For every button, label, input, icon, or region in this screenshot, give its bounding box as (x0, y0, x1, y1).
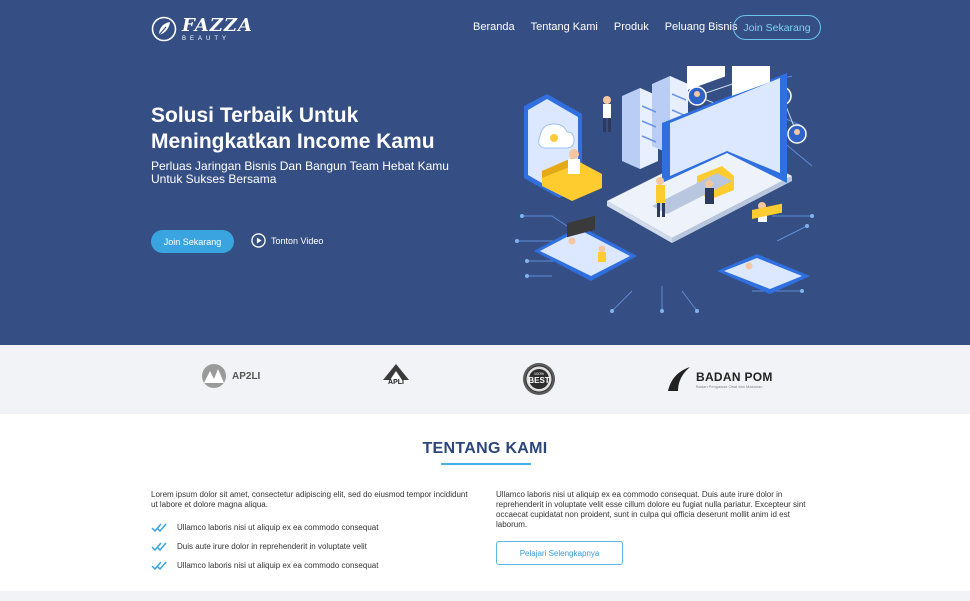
ap2li-logo-icon (202, 364, 226, 388)
nav-menu: Beranda Tentang Kami Produk Peluang Bisn… (473, 21, 738, 33)
nav-item-beranda[interactable]: Beranda (473, 21, 515, 33)
check-text: Ullamco laboris nisi ut aliquip ex ea co… (177, 523, 379, 532)
badan-pom-sub: Badan Pengawas Obat dan Makanan (696, 383, 763, 389)
next-section-edge (0, 591, 970, 601)
watch-video-button[interactable]: Tonton Video (251, 233, 323, 248)
check-list-item: Duis aute irure dolor in reprehenderit i… (151, 537, 471, 556)
nav-item-peluang-bisnis[interactable]: Peluang Bisnis (665, 21, 738, 33)
hero-join-button[interactable]: Join Sekarang (151, 230, 234, 253)
hero-illustration (515, 66, 814, 313)
badan-pom-name: BADAN POM (696, 369, 773, 384)
about-title-underline (441, 463, 531, 465)
ap2li-name: AP2LI (232, 370, 261, 382)
hero-subtitle: Perluas Jaringan Bisnis Dan Bangun Team … (151, 159, 449, 186)
about-title: TENTANG KAMI (422, 440, 548, 457)
double-check-icon (151, 561, 167, 570)
check-text: Ullamco laboris nisi ut aliquip ex ea co… (177, 561, 379, 570)
watch-video-label: Tonton Video (271, 235, 324, 246)
about-right-column: Ullamco laboris nisi ut aliquip ex ea co… (496, 490, 821, 530)
navbar: FAZZA BEAUTY Beranda Tentang Kami Produk… (151, 14, 821, 42)
partner-ap2li: AP2LI (200, 363, 260, 389)
brand-logo[interactable]: FAZZA BEAUTY (151, 16, 253, 42)
double-check-icon (151, 542, 167, 551)
hero-section: FAZZA BEAUTY Beranda Tentang Kami Produk… (0, 0, 970, 345)
apli-name: APLI (388, 379, 404, 386)
badan-pom-logo-icon (668, 367, 690, 391)
check-list-item: Ullamco laboris nisi ut aliquip ex ea co… (151, 518, 471, 537)
check-list: Ullamco laboris nisi ut aliquip ex ea co… (151, 518, 471, 575)
partners-bar: AP2LI APLI 100% BEST BADAN POM Badan Pen… (0, 345, 970, 414)
partner-apli: APLI (381, 363, 411, 386)
check-list-item: Ullamco laboris nisi ut aliquip ex ea co… (151, 556, 471, 575)
best-seal-icon: 100% BEST (523, 363, 555, 395)
about-right-paragraph: Ullamco laboris nisi ut aliquip ex ea co… (496, 490, 806, 529)
play-circle-icon (251, 233, 266, 248)
double-check-icon (151, 523, 167, 532)
brand-name: FAZZA (182, 14, 253, 36)
nav-item-tentang-kami[interactable]: Tentang Kami (531, 21, 598, 33)
best-text: BEST (528, 376, 549, 385)
check-text: Duis aute irure dolor in reprehenderit i… (177, 542, 367, 551)
leaf-logo-icon (151, 16, 177, 42)
partner-best: 100% BEST (522, 362, 556, 396)
brand-tagline: BEAUTY (182, 35, 231, 42)
nav-join-button[interactable]: Join Sekarang (733, 15, 821, 40)
partner-badan-pom: BADAN POM Badan Pengawas Obat dan Makana… (666, 365, 773, 393)
nav-item-produk[interactable]: Produk (614, 21, 649, 33)
about-left-paragraph: Lorem ipsum dolor sit amet, consectetur … (151, 490, 468, 509)
about-left-column: Lorem ipsum dolor sit amet, consectetur … (151, 490, 471, 575)
hero-title: Solusi Terbaik Untuk Meningkatkan Income… (151, 104, 435, 153)
learn-more-button[interactable]: Pelajari Selengkapnya (496, 541, 623, 565)
